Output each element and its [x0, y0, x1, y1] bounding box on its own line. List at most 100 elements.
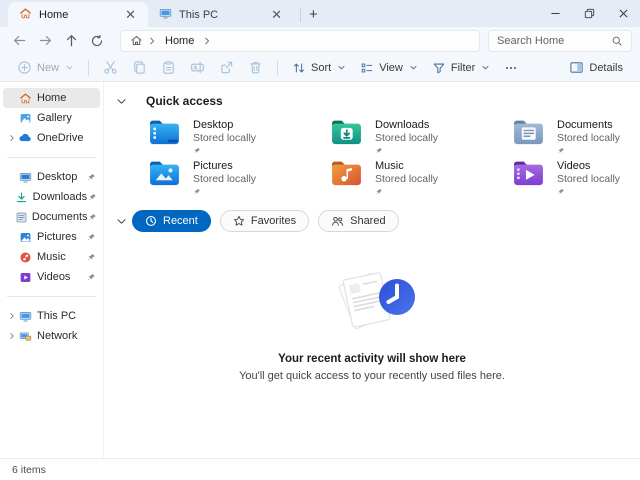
- file-explorer-window: Home ✕ This PC ✕ + Home Search Home New …: [0, 0, 640, 480]
- home-icon: [19, 7, 32, 23]
- document-icon: [15, 211, 28, 224]
- documents-folder-icon: [512, 118, 545, 149]
- chevron-right-icon[interactable]: [202, 36, 212, 46]
- filter-button[interactable]: Filter: [425, 56, 497, 80]
- share-button[interactable]: [212, 56, 241, 80]
- tile-videos[interactable]: Videos Stored locally: [512, 157, 640, 198]
- new-label: New: [37, 61, 60, 74]
- breadcrumb[interactable]: Home: [120, 29, 480, 52]
- search-box[interactable]: [488, 29, 632, 52]
- cut-button[interactable]: [96, 56, 125, 80]
- refresh-button[interactable]: [84, 30, 110, 52]
- sidebar-item-downloads[interactable]: Downloads: [3, 187, 100, 207]
- content-area: Quick access Desktop Stored locally Down…: [104, 82, 640, 458]
- sidebar-item-desktop[interactable]: Desktop: [3, 167, 100, 187]
- sort-label: Sort: [311, 61, 332, 74]
- tab-divider: [300, 8, 301, 22]
- new-button[interactable]: New: [10, 56, 81, 80]
- quick-access-title: Quick access: [146, 94, 223, 108]
- maximize-button[interactable]: [572, 0, 606, 26]
- up-button[interactable]: [58, 30, 84, 52]
- details-pane-icon: [569, 60, 584, 75]
- forward-button[interactable]: [32, 30, 58, 52]
- sidebar-item-videos[interactable]: Videos: [3, 267, 100, 287]
- toolbar-separator: [88, 59, 90, 76]
- chevron-right-icon[interactable]: [6, 134, 17, 142]
- sidebar-item-label: This PC: [37, 310, 77, 322]
- details-button[interactable]: Details: [562, 56, 630, 80]
- sidebar-item-network[interactable]: Network: [3, 326, 100, 346]
- chevron-down-icon[interactable]: [110, 216, 132, 227]
- plus-circle-icon: [17, 60, 32, 75]
- chevron-right-icon[interactable]: [6, 312, 17, 320]
- sidebar-item-gallery[interactable]: Gallery: [3, 108, 100, 128]
- sidebar-item-pictures[interactable]: Pictures: [3, 227, 100, 247]
- tab-bar: Home ✕ This PC ✕ +: [0, 0, 640, 27]
- sidebar-item-home[interactable]: Home: [3, 88, 100, 108]
- sort-icon: [292, 61, 306, 75]
- chevron-down-icon: [481, 63, 490, 72]
- tab-this-pc[interactable]: This PC ✕: [148, 2, 294, 27]
- delete-button[interactable]: [241, 56, 270, 80]
- chevron-right-icon: [147, 36, 157, 46]
- chevron-right-icon[interactable]: [6, 332, 17, 340]
- search-input[interactable]: [497, 34, 611, 47]
- tile-name: Documents: [557, 119, 613, 131]
- chevron-down-icon[interactable]: [110, 96, 132, 107]
- tile-documents[interactable]: Documents Stored locally: [512, 116, 640, 157]
- tile-pictures[interactable]: Pictures Stored locally: [148, 157, 330, 198]
- toolbar-separator: [277, 59, 279, 76]
- sidebar-item-label: Documents: [31, 211, 88, 223]
- download-arrow-icon: [15, 191, 28, 204]
- new-tab-button[interactable]: +: [307, 6, 326, 27]
- pin-icon: [375, 187, 438, 199]
- monitor-icon: [17, 310, 33, 323]
- rename-button[interactable]: [183, 56, 212, 80]
- sidebar-item-label: Gallery: [37, 112, 72, 124]
- pin-icon: [85, 253, 98, 262]
- tab-home[interactable]: Home ✕: [8, 2, 148, 27]
- breadcrumb-segment[interactable]: Home: [165, 35, 194, 47]
- star-icon: [233, 215, 245, 227]
- minimize-button[interactable]: [538, 0, 572, 26]
- sidebar-item-this-pc[interactable]: This PC: [3, 306, 100, 326]
- music-icon: [17, 251, 33, 264]
- close-tab-icon[interactable]: ✕: [267, 7, 286, 22]
- home-icon: [17, 92, 33, 105]
- home-icon: [130, 34, 143, 47]
- copy-button[interactable]: [125, 56, 154, 80]
- sidebar-item-onedrive[interactable]: OneDrive: [3, 128, 100, 148]
- sidebar-item-label: OneDrive: [37, 132, 84, 144]
- empty-state-title: Your recent activity will show here: [278, 353, 466, 365]
- view-button[interactable]: View: [353, 56, 425, 80]
- filter-label: Filter: [450, 61, 476, 74]
- tile-desktop[interactable]: Desktop Stored locally: [148, 116, 330, 157]
- monitor-icon: [159, 7, 172, 23]
- view-label: View: [379, 61, 403, 74]
- navigation-pane: Home Gallery OneDrive Desktop Downloads …: [0, 82, 104, 458]
- window-body: Home Gallery OneDrive Desktop Downloads …: [0, 82, 640, 458]
- close-window-button[interactable]: [606, 0, 640, 26]
- back-button[interactable]: [6, 30, 32, 52]
- tab-recent[interactable]: Recent: [132, 210, 211, 232]
- more-options-button[interactable]: [497, 56, 525, 80]
- desktop-folder-icon: [148, 118, 181, 149]
- tile-downloads[interactable]: Downloads Stored locally: [330, 116, 512, 157]
- gallery-icon: [17, 112, 33, 125]
- paste-button[interactable]: [154, 56, 183, 80]
- sidebar-item-documents[interactable]: Documents: [3, 207, 100, 227]
- tile-status: Stored locally: [557, 173, 621, 185]
- close-tab-icon[interactable]: ✕: [121, 7, 140, 22]
- sort-button[interactable]: Sort: [285, 56, 353, 80]
- recent-empty-state: Your recent activity will show here You'…: [104, 268, 640, 382]
- clock-icon: [145, 215, 157, 227]
- chevron-down-icon: [409, 63, 418, 72]
- sidebar-item-music[interactable]: Music: [3, 247, 100, 267]
- pin-icon: [87, 193, 98, 202]
- tab-shared[interactable]: Shared: [318, 210, 399, 232]
- tile-status: Stored locally: [375, 132, 439, 144]
- pin-icon: [557, 187, 620, 199]
- tab-favorites[interactable]: Favorites: [219, 210, 310, 232]
- tile-music[interactable]: Music Stored locally: [330, 157, 512, 198]
- pictures-folder-icon: [148, 159, 181, 190]
